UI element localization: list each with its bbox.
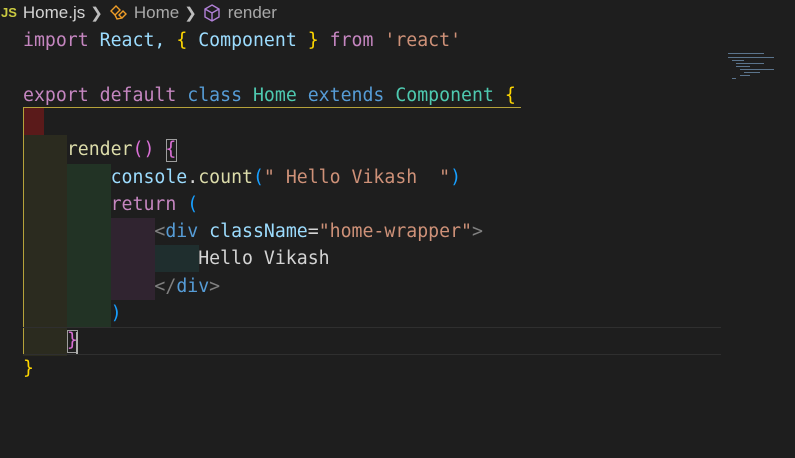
code-token: } <box>23 357 34 379</box>
code-token: { <box>165 139 177 161</box>
code-token: return <box>110 193 177 215</box>
code-line[interactable]: </div> <box>23 273 220 300</box>
code-token: ) <box>110 303 122 324</box>
code-token: className <box>209 221 308 243</box>
code-token: div <box>165 221 199 243</box>
code-token: class <box>187 84 243 106</box>
code-line[interactable]: return ( <box>23 191 199 218</box>
code-token: Hello Vikash <box>198 248 330 270</box>
code-token: ( <box>252 166 264 188</box>
breadcrumb: JS Home.js ❯ Home ❯ render <box>0 0 795 25</box>
code-line[interactable]: console.count(" Hello Vikash ") <box>23 164 461 191</box>
code-line[interactable]: } <box>23 355 34 382</box>
code-token: < <box>154 221 166 243</box>
code-token: { <box>176 30 188 51</box>
code-token: } <box>307 30 319 51</box>
breadcrumb-class[interactable]: Home <box>134 3 179 23</box>
javascript-file-icon: JS <box>1 5 17 20</box>
code-token: = <box>307 221 319 243</box>
code-token: </ <box>154 275 177 297</box>
chevron-right-icon: ❯ <box>90 4 103 22</box>
code-token: render <box>66 139 133 161</box>
code-token: Component <box>384 84 505 106</box>
code-line[interactable]: } <box>23 327 78 354</box>
code-token: ( <box>187 193 199 215</box>
code-token: > <box>472 221 483 243</box>
indent-guide-error <box>23 107 44 135</box>
code-line[interactable]: import React, { Component } from 'react' <box>23 27 461 54</box>
code-token: export <box>23 84 89 106</box>
code-token: console <box>110 166 188 188</box>
code-token: " Hello Vikash " <box>263 166 451 188</box>
code-token: Home <box>242 84 308 106</box>
code-token: count <box>198 166 253 188</box>
method-symbol-icon <box>204 3 220 22</box>
class-symbol-icon <box>109 4 127 20</box>
code-token: } <box>66 330 78 352</box>
code-token: . <box>187 166 199 188</box>
code-token: default <box>99 84 177 106</box>
code-line[interactable]: render() { <box>23 136 177 163</box>
code-token: from <box>318 30 385 51</box>
code-token: 'react' <box>384 30 462 51</box>
code-editor[interactable]: import React, { Component } from 'react'… <box>0 27 795 458</box>
code-line[interactable]: <div className="home-wrapper"> <box>23 218 483 245</box>
code-token: ) <box>450 166 462 188</box>
minimap[interactable] <box>728 53 788 83</box>
code-line[interactable]: ) <box>23 300 122 327</box>
code-token: React, <box>88 30 177 51</box>
code-token: div <box>176 275 210 297</box>
code-token: Component <box>187 30 308 51</box>
breadcrumb-file[interactable]: Home.js <box>23 3 85 23</box>
code-token: extends <box>307 84 385 106</box>
code-token: () <box>132 139 155 161</box>
code-token: import <box>23 30 89 51</box>
breadcrumb-method[interactable]: render <box>228 3 277 23</box>
code-token: "home-wrapper" <box>318 221 472 243</box>
current-line-highlight <box>23 327 721 355</box>
code-line[interactable]: export default class Home extends Compon… <box>23 82 516 109</box>
chevron-right-icon: ❯ <box>184 4 197 22</box>
code-token: { <box>504 84 516 106</box>
code-token: > <box>209 275 221 297</box>
code-line[interactable]: Hello Vikash <box>23 245 330 272</box>
